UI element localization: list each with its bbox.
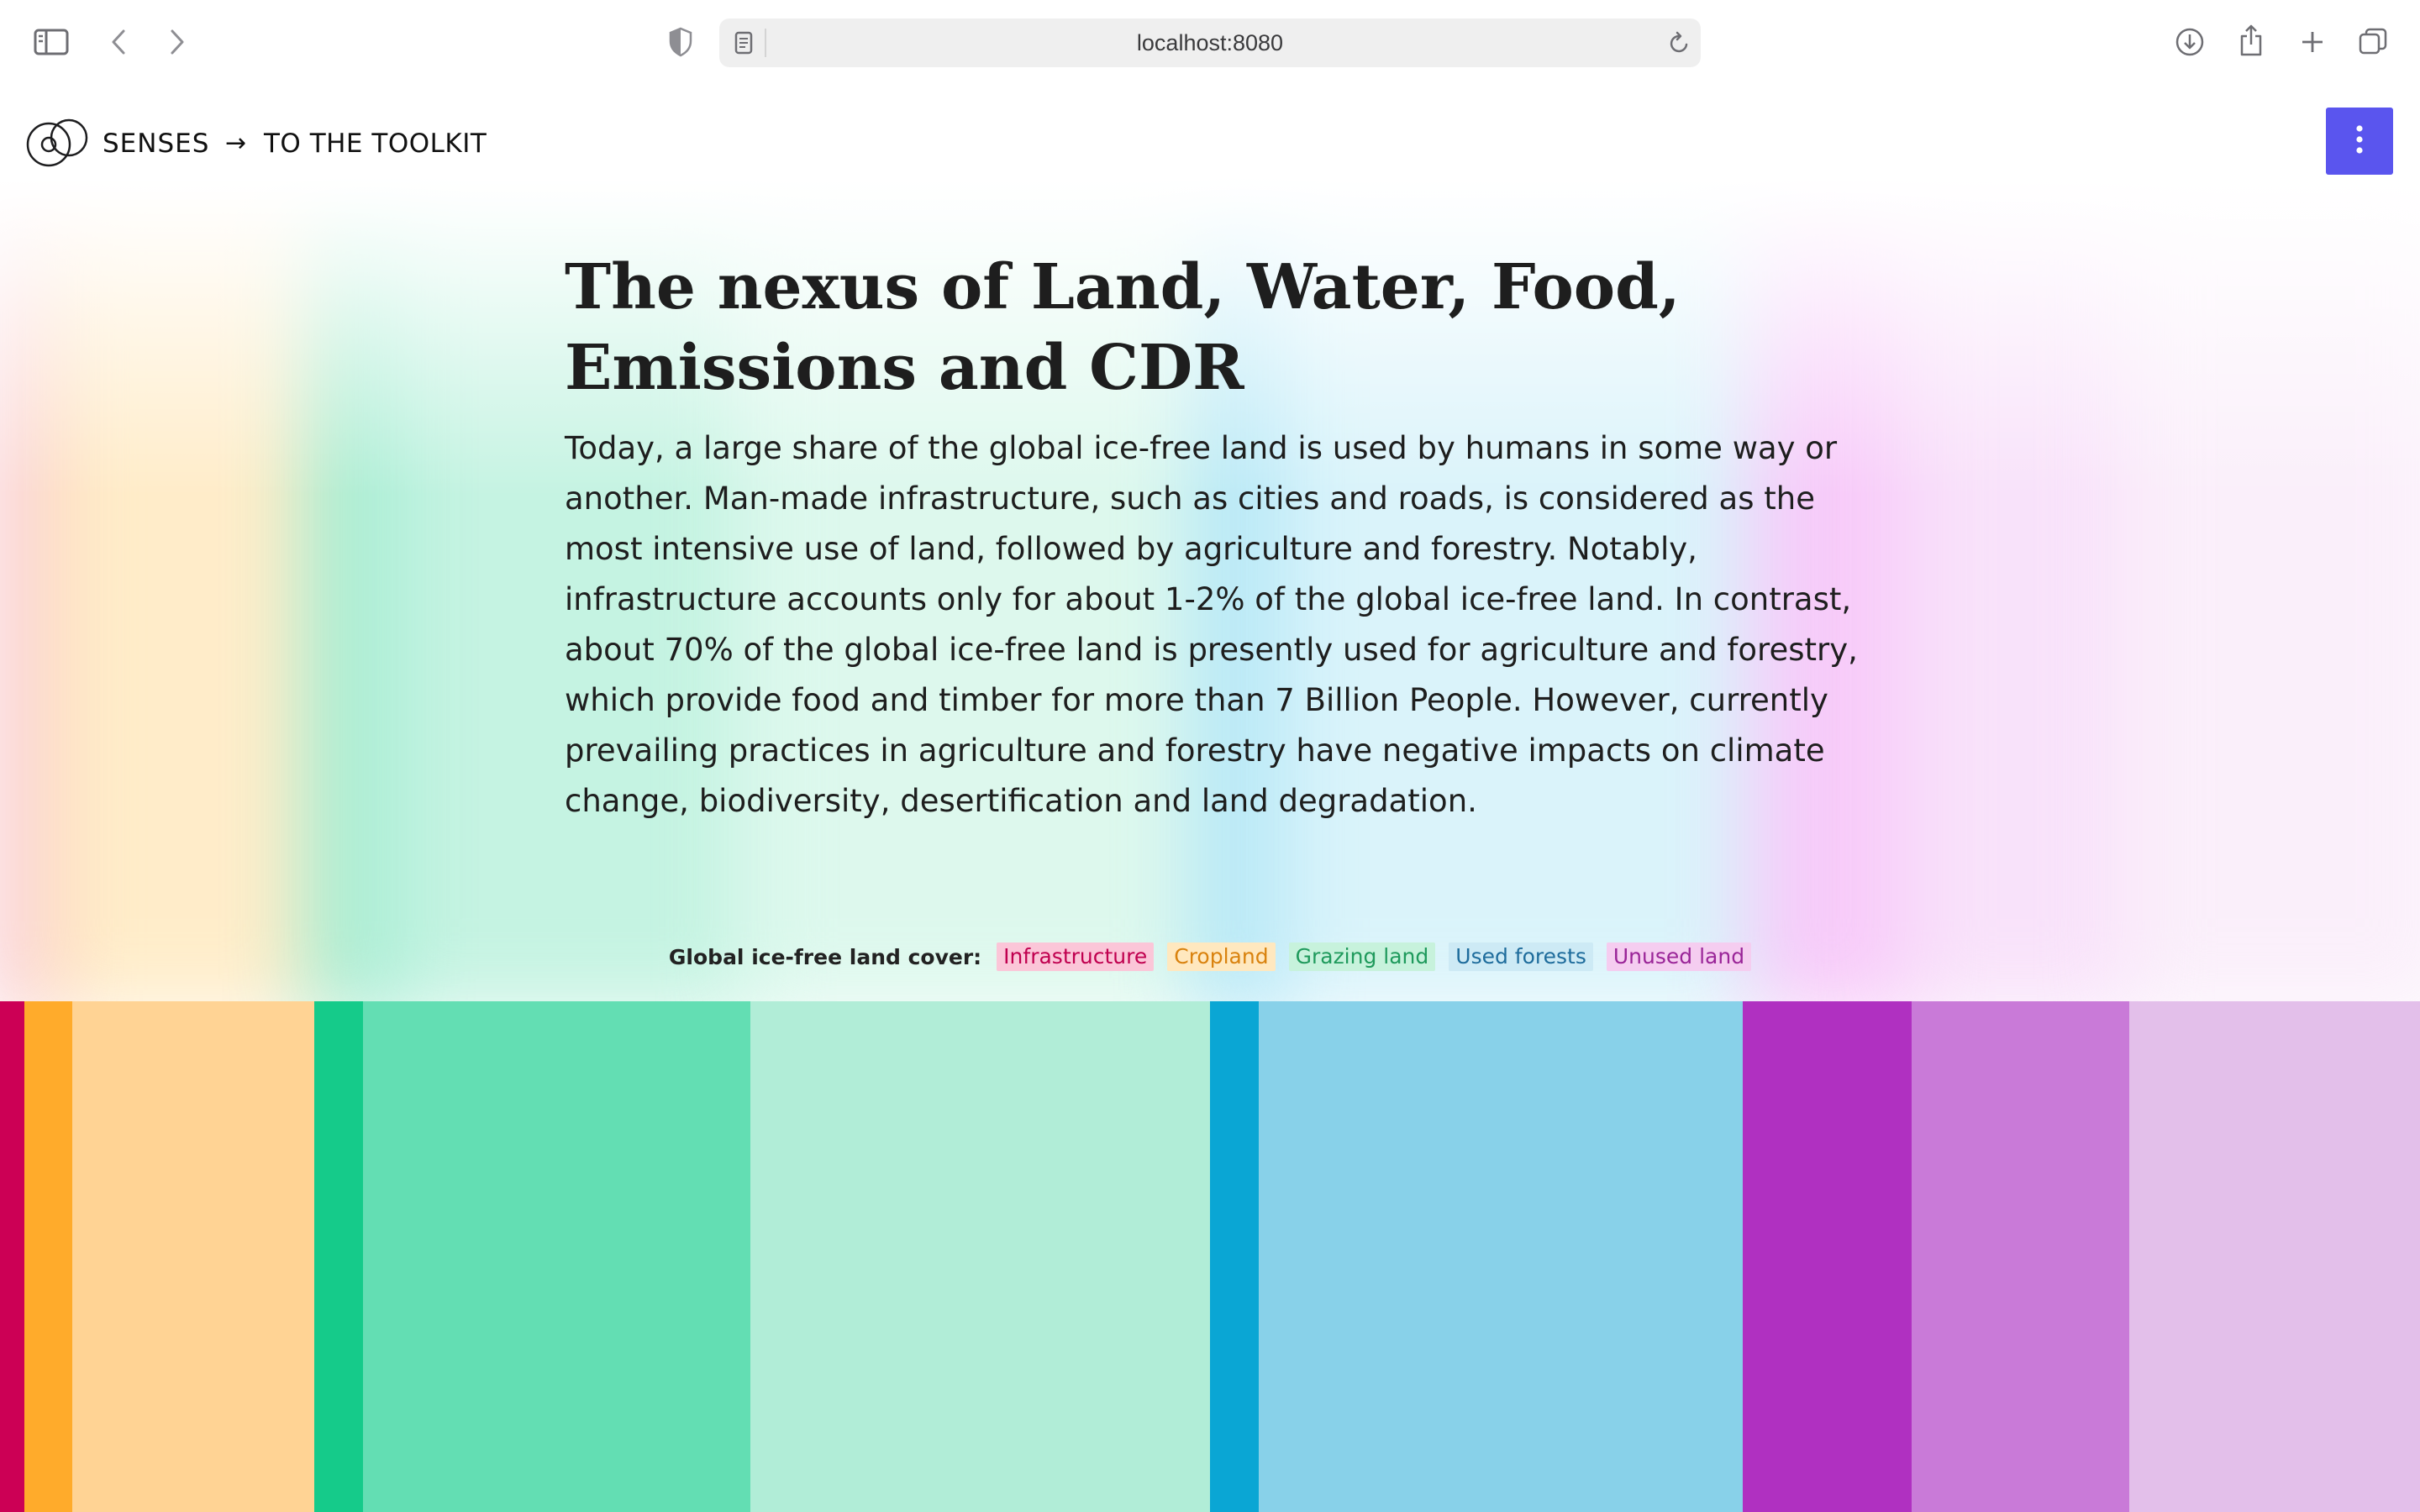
site-header: SENSES → TO THE TOOLKIT bbox=[0, 87, 2420, 197]
land-bar-unused-2[interactable] bbox=[1912, 1001, 2129, 1512]
toolkit-link[interactable]: TO THE TOOLKIT bbox=[264, 123, 487, 165]
more-vertical-icon bbox=[2355, 124, 2364, 158]
address-bar[interactable]: localhost:8080 bbox=[719, 18, 1701, 67]
legend-label: Global ice-free land cover: bbox=[668, 944, 982, 969]
browser-toolbar: localhost:8080 bbox=[0, 0, 2420, 87]
land-bar-unused-1[interactable] bbox=[1743, 1001, 1912, 1512]
land-bar-cropland[interactable] bbox=[72, 1001, 314, 1512]
sidebar-icon[interactable] bbox=[32, 25, 71, 59]
land-bar-cropland-intensive[interactable] bbox=[24, 1001, 72, 1512]
share-icon[interactable] bbox=[2235, 22, 2267, 59]
page-title: The nexus of Land, Water, Food, Emission… bbox=[565, 251, 1681, 404]
new-tab-icon[interactable] bbox=[2296, 25, 2329, 59]
menu-button[interactable] bbox=[2326, 108, 2393, 175]
land-bar-grazing-medium[interactable] bbox=[363, 1001, 750, 1512]
intro-paragraph: Today, a large share of the global ice-f… bbox=[565, 430, 1858, 819]
download-icon[interactable] bbox=[2173, 25, 2207, 59]
reload-icon[interactable] bbox=[1667, 30, 1692, 55]
forward-icon[interactable] bbox=[163, 25, 192, 59]
land-bar-grazing-intensive[interactable] bbox=[314, 1001, 363, 1512]
land-bar-grazing-extensive[interactable] bbox=[750, 1001, 1210, 1512]
brand-name[interactable]: SENSES bbox=[103, 123, 209, 165]
land-bar-unused-3[interactable] bbox=[2129, 1001, 2420, 1512]
land-cover-legend: Global ice-free land cover: Infrastructu… bbox=[0, 939, 2420, 974]
hero-content: The nexus of Land, Water, Food, Emission… bbox=[565, 247, 1859, 827]
legend-chip-unused-land[interactable]: Unused land bbox=[1606, 942, 1752, 971]
tab-overview-icon[interactable] bbox=[2356, 25, 2390, 59]
legend-chip-cropland[interactable]: Cropland bbox=[1167, 942, 1276, 971]
legend-chip-grazing-land[interactable]: Grazing land bbox=[1288, 942, 1436, 971]
back-icon[interactable] bbox=[104, 25, 133, 59]
url-text[interactable]: localhost:8080 bbox=[719, 18, 1701, 67]
land-bar-forest-intensive[interactable] bbox=[1210, 1001, 1259, 1512]
land-bar-infrastructure[interactable] bbox=[0, 1001, 24, 1512]
legend-chip-used-forests[interactable]: Used forests bbox=[1449, 942, 1593, 971]
land-cover-bars bbox=[0, 1001, 2420, 1512]
legend-chip-infrastructure[interactable]: Infrastructure bbox=[997, 942, 1155, 971]
shield-icon[interactable] bbox=[666, 25, 696, 59]
land-bar-forest-used[interactable] bbox=[1259, 1001, 1743, 1512]
senses-logo-icon[interactable] bbox=[25, 116, 92, 168]
breadcrumb-arrow: → bbox=[225, 129, 247, 158]
